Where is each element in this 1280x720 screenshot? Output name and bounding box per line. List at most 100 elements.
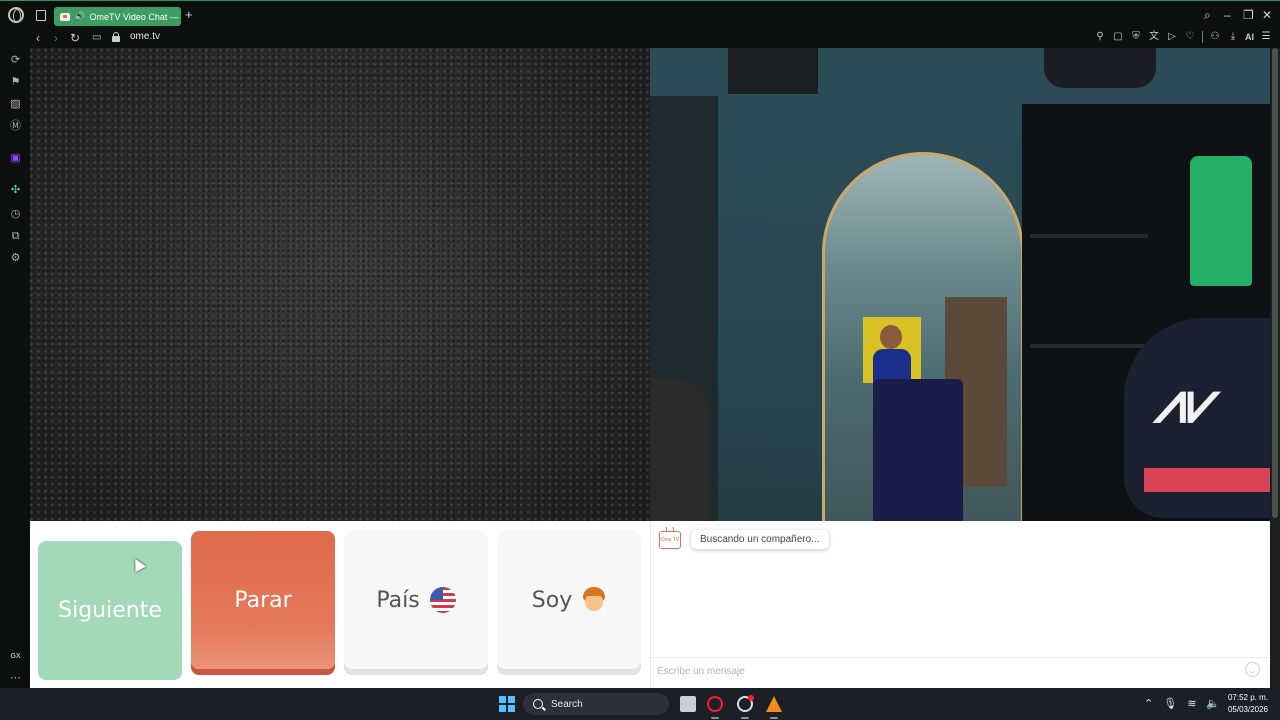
- tab-islands-icon[interactable]: [36, 10, 46, 21]
- messenger-icon[interactable]: Ⓜ: [9, 120, 22, 133]
- person-shoulder: [650, 378, 710, 521]
- shield-icon[interactable]: ⛨: [1130, 31, 1142, 43]
- profile-icon[interactable]: ⚇: [1209, 31, 1221, 43]
- shelf-board: [1030, 234, 1148, 238]
- taskbar-clock[interactable]: 07:52 p. m. 05/03/2026: [1228, 692, 1268, 716]
- message-input[interactable]: [657, 662, 1217, 680]
- translate-icon[interactable]: 文: [1148, 31, 1160, 43]
- speaker-icon[interactable]: 🔊: [74, 12, 85, 21]
- search-label: Search: [551, 698, 583, 710]
- bed-headboard: [873, 379, 963, 521]
- camera-icon[interactable]: ▭: [92, 30, 101, 46]
- emoji-icon[interactable]: [1245, 662, 1260, 677]
- toolbar-divider: [1202, 31, 1203, 43]
- poster-face: [880, 325, 902, 349]
- chat-input-bar: [651, 657, 1270, 683]
- page-scrollbar[interactable]: [1270, 48, 1280, 688]
- shelf-board: [1030, 344, 1148, 348]
- restore-icon[interactable]: ❐: [1243, 7, 1254, 23]
- heart-icon[interactable]: ♡: [1184, 31, 1196, 43]
- volume-icon[interactable]: 🔈: [1206, 697, 1220, 711]
- country-label: País: [376, 587, 420, 613]
- forward-icon[interactable]: ›: [54, 30, 58, 46]
- opera-gx-logo-icon[interactable]: [8, 7, 24, 23]
- control-buttons: Siguiente Parar País Soy: [30, 521, 650, 688]
- aria-ai-button[interactable]: AI: [1245, 31, 1254, 43]
- cap-band: [1144, 468, 1270, 492]
- back-icon[interactable]: ‹: [36, 30, 40, 46]
- opera-icon[interactable]: [707, 696, 723, 712]
- pin-icon[interactable]: ⚲: [1094, 31, 1106, 43]
- next-label: Siguiente: [58, 598, 162, 623]
- cap-logo: ⩘⩗: [1154, 368, 1220, 436]
- windows-start-icon[interactable]: [499, 696, 515, 712]
- ometv-logo-text: Ome TV: [660, 536, 680, 543]
- history-icon[interactable]: ◷: [9, 208, 22, 221]
- gx-corner-icon[interactable]: ⚑: [9, 76, 22, 89]
- hat-on-shelf: [1044, 48, 1156, 88]
- gender-label: Soy: [531, 587, 573, 613]
- microphone-icon[interactable]: 🎙: [1163, 697, 1177, 711]
- taskbar-search[interactable]: Search: [523, 693, 669, 715]
- system-tray: ⌃ 🎙 ≋ 🔈: [1144, 697, 1220, 711]
- clock-time: 07:52 p. m.: [1227, 693, 1268, 702]
- browser-titlebar: 🔊 OmeTV Video Chat — + ⌕ – ❐ ✕: [0, 0, 1280, 28]
- reload-icon[interactable]: ↻: [70, 30, 80, 46]
- close-icon[interactable]: ✕: [1262, 7, 1272, 23]
- stop-label: Parar: [234, 587, 292, 613]
- gx-label[interactable]: GX: [9, 650, 22, 663]
- browser-sidebar: ⟳ ⚑ ▨ Ⓜ ▣ ✣ ◷ ⧉ ⚙ GX ⋯: [0, 48, 30, 688]
- status-message: Buscando un compañero...: [691, 530, 829, 549]
- chat-panel: Ome TV Buscando un compañero...: [650, 521, 1270, 688]
- toolbar-icons: ⚲ ▢ ⛨ 文 ▷ ♡ ⚇ ⤓ AI ☰: [1094, 31, 1272, 43]
- wall-frame: [728, 48, 818, 94]
- us-flag-icon: [429, 587, 456, 613]
- gender-button[interactable]: Soy: [497, 531, 641, 669]
- clock-date: 05/03/2026: [1227, 705, 1268, 714]
- tab-ometv[interactable]: 🔊 OmeTV Video Chat —: [54, 7, 181, 26]
- opera-gx-icon[interactable]: [737, 695, 754, 712]
- file-explorer-icon[interactable]: [680, 696, 696, 712]
- active-app-indicator: [741, 717, 749, 719]
- snapshot-icon[interactable]: ▢: [1112, 31, 1124, 43]
- poster-shirt: [873, 349, 911, 383]
- search-icon: [533, 699, 543, 709]
- ometv-page: ⩘⩗ Siguiente Parar País Soy Ome TV Busca…: [30, 48, 1270, 688]
- play-icon[interactable]: ▷: [1166, 31, 1178, 43]
- baseball-cap: ⩘⩗: [1124, 318, 1270, 518]
- more-icon[interactable]: ⋯: [9, 672, 22, 685]
- minimize-icon[interactable]: –: [1224, 7, 1231, 23]
- next-button[interactable]: Siguiente: [38, 541, 182, 680]
- new-tab-button[interactable]: +: [185, 7, 193, 23]
- stop-button[interactable]: Parar: [191, 531, 335, 669]
- menu-icon[interactable]: ☰: [1260, 31, 1272, 43]
- settings-gear-icon[interactable]: ⚙: [9, 252, 22, 265]
- scrollbar-thumb[interactable]: [1272, 48, 1278, 518]
- tab-title: OmeTV Video Chat —: [89, 11, 179, 22]
- green-shirt: [1190, 156, 1252, 286]
- wifi-icon[interactable]: ≋: [1187, 697, 1196, 711]
- extensions-puzzle-icon[interactable]: ⧉: [9, 230, 22, 243]
- twitch-icon[interactable]: ▣: [9, 152, 22, 165]
- boy-emoji-icon: [582, 587, 606, 613]
- windows-taskbar: Search ⌃ 🎙 ≋ 🔈 07:52 p. m. 05/03/2026: [0, 688, 1280, 720]
- partner-video-static: [30, 48, 650, 521]
- country-button[interactable]: País: [344, 531, 488, 669]
- active-app-indicator: [711, 717, 719, 719]
- gx-control-icon[interactable]: ⟳: [9, 54, 22, 67]
- ometv-logo-icon: Ome TV: [659, 531, 681, 549]
- download-icon[interactable]: ⤓: [1227, 31, 1239, 43]
- self-camera-video: ⩘⩗: [650, 48, 1270, 521]
- chevron-up-icon[interactable]: ⌃: [1144, 697, 1153, 711]
- url-field[interactable]: ome.tv: [130, 31, 160, 42]
- arched-mirror: [822, 152, 1024, 521]
- search-tabs-icon[interactable]: ⌕: [1204, 7, 1211, 23]
- active-app-indicator: [770, 717, 778, 719]
- vlc-icon[interactable]: [766, 696, 782, 712]
- lock-icon[interactable]: [112, 32, 120, 42]
- address-bar: ‹ › ↻ ▭ ome.tv ⚲ ▢ ⛨ 文 ▷ ♡ ⚇ ⤓ AI ☰: [0, 28, 1280, 48]
- gx-mods-icon[interactable]: ▨: [9, 98, 22, 111]
- poster: [863, 317, 921, 383]
- ometv-favicon-icon: [60, 12, 71, 21]
- extensions-icon[interactable]: ✣: [9, 184, 22, 197]
